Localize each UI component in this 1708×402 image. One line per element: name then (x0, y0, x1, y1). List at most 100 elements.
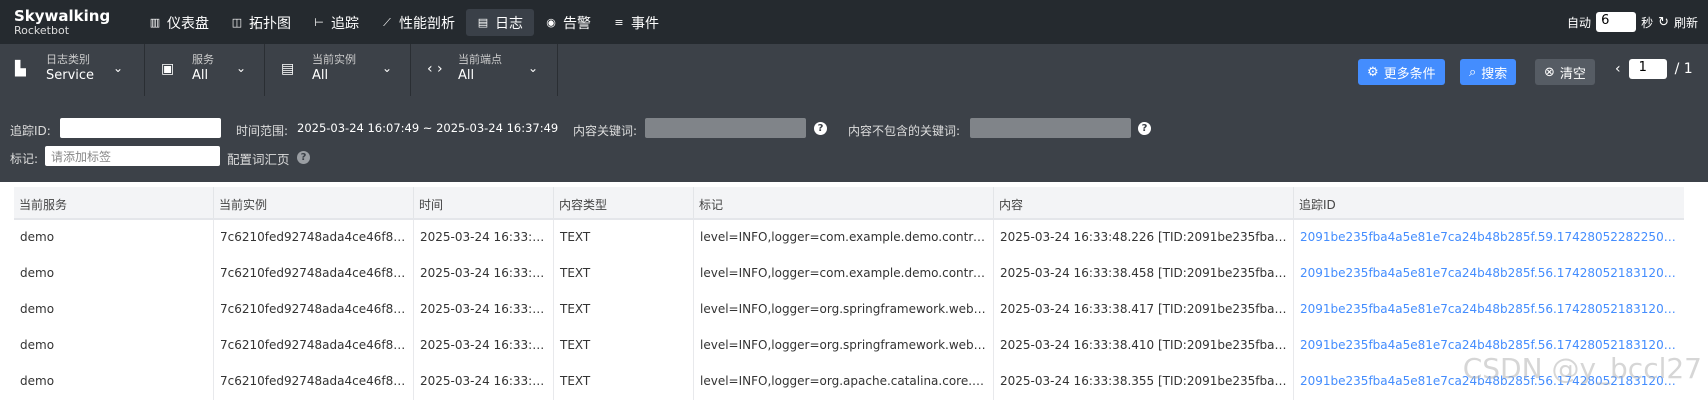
table-row[interactable]: demo 7c6210fed92748ada4ce46f86b... 2025-03… (14, 364, 1684, 400)
logo-main-text: Skywalking (14, 7, 111, 25)
instance-selector[interactable]: ▤ 当前实例 All ⌄ (266, 44, 411, 96)
filter-panel: 追踪ID: 时间范围: 2025-03-24 16:07:49 ~ 2025-0… (0, 96, 1708, 182)
time-range-value[interactable]: 2025-03-24 16:07:49 ~ 2025-03-24 16:37:4… (297, 121, 558, 135)
nav-topology[interactable]: ◫ 拓扑图 (220, 9, 302, 36)
nav-label: 事件 (631, 15, 659, 32)
close-icon: ⊗ (1544, 64, 1555, 80)
main-nav: ▥ 仪表盘 ◫ 拓扑图 ⊢ 追踪 ⟋ 性能剖析 ▤ 日志 ◉ 告警 ≡ 事件 (138, 9, 670, 36)
exclude-keyword-input[interactable] (970, 118, 1131, 138)
table-cell: TEXT (554, 220, 694, 256)
table-body: demo 7c6210fed92748ada4ce46f86b... 2025-03… (14, 220, 1684, 400)
keyword-input[interactable] (645, 118, 806, 138)
refresh-button[interactable]: 刷新 (1674, 14, 1698, 31)
chevron-down-icon: ⌄ (113, 61, 124, 75)
chart-icon: ▙ (15, 61, 26, 77)
table-cell: 2025-03-24 16:33:48.226 [TID:2091be235fb… (994, 220, 1294, 256)
nav-label: 仪表盘 (167, 15, 209, 32)
nav-label: 告警 (563, 15, 591, 32)
column-header: 标记 (694, 187, 994, 218)
log-icon: ▤ (477, 16, 489, 29)
selector-label: 服务 (192, 53, 214, 66)
top-nav-bar: Skywalking Rocketbot ▥ 仪表盘 ◫ 拓扑图 ⊢ 追踪 ⟋ 性能剖析… (0, 0, 1708, 44)
clear-button[interactable]: ⊗ 清空 (1535, 59, 1595, 85)
auto-unit: 秒 (1641, 15, 1654, 30)
event-icon: ≡ (614, 16, 624, 29)
table-row[interactable]: demo 7c6210fed92748ada4ce46f86b... 2025-03… (14, 220, 1684, 256)
table-cell: level=INFO,logger=org.springframework.we… (694, 292, 994, 328)
table-cell: 7c6210fed92748ada4ce46f86b... (214, 256, 414, 292)
nav-label: 性能剖析 (399, 15, 455, 32)
table-cell: 2025-03-24 16:33:48 (414, 220, 554, 256)
table-cell: level=INFO,logger=com.example.demo.contr… (694, 220, 994, 256)
table-cell: 2025-03-24 16:33:38.355 [TID:2091be235fb… (994, 364, 1294, 400)
tag-input[interactable]: 请添加标签 (45, 146, 220, 166)
selector-label: 当前实例 (312, 53, 356, 66)
log-table: 当前服务 当前实例 时间 内容类型 标记 内容 追踪ID demo 7c6210f… (14, 187, 1684, 400)
column-header: 当前服务 (14, 187, 214, 218)
search-icon: ⌕ (1469, 64, 1477, 80)
logo[interactable]: Skywalking Rocketbot (14, 8, 110, 37)
trace-id-link[interactable]: 2091be235fba4a5e81e7ca24b48b285f.56.1742… (1294, 292, 1684, 328)
table-header: 当前服务 当前实例 时间 内容类型 标记 内容 追踪ID (14, 187, 1684, 220)
nav-trace[interactable]: ⊢ 追踪 (302, 9, 370, 36)
trace-id-link[interactable]: 2091be235fba4a5e81e7ca24b48b285f.59.1742… (1294, 220, 1684, 256)
topology-icon: ◫ (231, 16, 243, 29)
chevron-down-icon: ⌄ (382, 61, 393, 75)
keyword-label: 内容关键词: (573, 124, 638, 138)
logo-sub-text: Rocketbot (14, 24, 70, 37)
chevron-down-icon: ⌄ (236, 61, 247, 75)
help-icon[interactable]: ? (297, 151, 310, 164)
column-header: 内容类型 (554, 187, 694, 218)
page-number-input[interactable]: 1 (1628, 59, 1667, 79)
table-cell: TEXT (554, 328, 694, 364)
table-cell: TEXT (554, 292, 694, 328)
selector-value: All (458, 68, 475, 83)
auto-refresh: 自动 6 秒 ↻ 刷新 (1567, 12, 1698, 32)
time-range-label: 时间范围: (236, 124, 289, 138)
help-icon[interactable]: ? (814, 122, 827, 135)
log-category-selector[interactable]: ▙ 日志类别 Service ⌄ (0, 44, 145, 96)
refresh-interval-input[interactable]: 6 (1596, 12, 1637, 32)
table-cell: level=INFO,logger=org.apache.catalina.co… (694, 364, 994, 400)
endpoint-icon: ‹ › (427, 61, 443, 77)
column-header: 追踪ID (1299, 198, 1336, 212)
nav-label: 追踪 (331, 15, 359, 32)
table-cell: 7c6210fed92748ada4ce46f86b... (214, 292, 414, 328)
nav-profile[interactable]: ⟋ 性能剖析 (370, 9, 466, 36)
nav-label: 日志 (495, 15, 523, 32)
watermark: CSDN @y_bccl27 (1462, 352, 1702, 385)
table-row[interactable]: demo 7c6210fed92748ada4ce46f86b... 2025-03… (14, 256, 1684, 292)
more-conditions-button[interactable]: ⚙ 更多条件 (1358, 59, 1445, 85)
help-icon[interactable]: ? (1138, 122, 1151, 135)
nav-event[interactable]: ≡ 事件 (602, 9, 670, 36)
search-label: 搜索 (1481, 66, 1508, 82)
service-selector[interactable]: ▣ 服务 All ⌄ (146, 44, 265, 96)
nav-dashboard[interactable]: ▥ 仪表盘 (138, 9, 220, 36)
selector-value: Service (46, 68, 95, 83)
tag-label: 标记: (10, 152, 39, 166)
table-cell: level=INFO,logger=com.example.demo.contr… (694, 256, 994, 292)
table-cell: 2025-03-24 16:33:38 (414, 364, 554, 400)
trace-icon: ⊢ (314, 16, 324, 29)
nav-label: 拓扑图 (249, 15, 291, 32)
vocab-link[interactable]: 配置词汇页 (227, 149, 290, 168)
table-cell: demo (14, 364, 214, 400)
profile-icon: ⟋ (383, 15, 391, 29)
nav-log[interactable]: ▤ 日志 (466, 9, 534, 36)
selector-value: All (192, 68, 209, 83)
page-total: / 1 (1674, 61, 1693, 77)
trace-id-input[interactable] (60, 118, 221, 138)
trace-id-link[interactable]: 2091be235fba4a5e81e7ca24b48b285f.56.1742… (1294, 256, 1684, 292)
selector-label: 当前端点 (458, 53, 502, 66)
prev-page-icon[interactable]: ‹ (1615, 61, 1621, 77)
table-cell: 7c6210fed92748ada4ce46f86b... (214, 364, 414, 400)
endpoint-selector[interactable]: ‹ › 当前端点 All ⌄ (412, 44, 558, 96)
search-button[interactable]: ⌕ 搜索 (1460, 59, 1517, 85)
alarm-icon: ◉ (546, 16, 556, 29)
table-cell: 2025-03-24 16:33:38 (414, 256, 554, 292)
table-row[interactable]: demo 7c6210fed92748ada4ce46f86b... 2025-03… (14, 328, 1684, 364)
trace-id-label: 追踪ID: (10, 124, 51, 138)
table-row[interactable]: demo 7c6210fed92748ada4ce46f86b... 2025-03… (14, 292, 1684, 328)
refresh-icon[interactable]: ↻ (1658, 15, 1669, 30)
nav-alarm[interactable]: ◉ 告警 (534, 9, 602, 36)
